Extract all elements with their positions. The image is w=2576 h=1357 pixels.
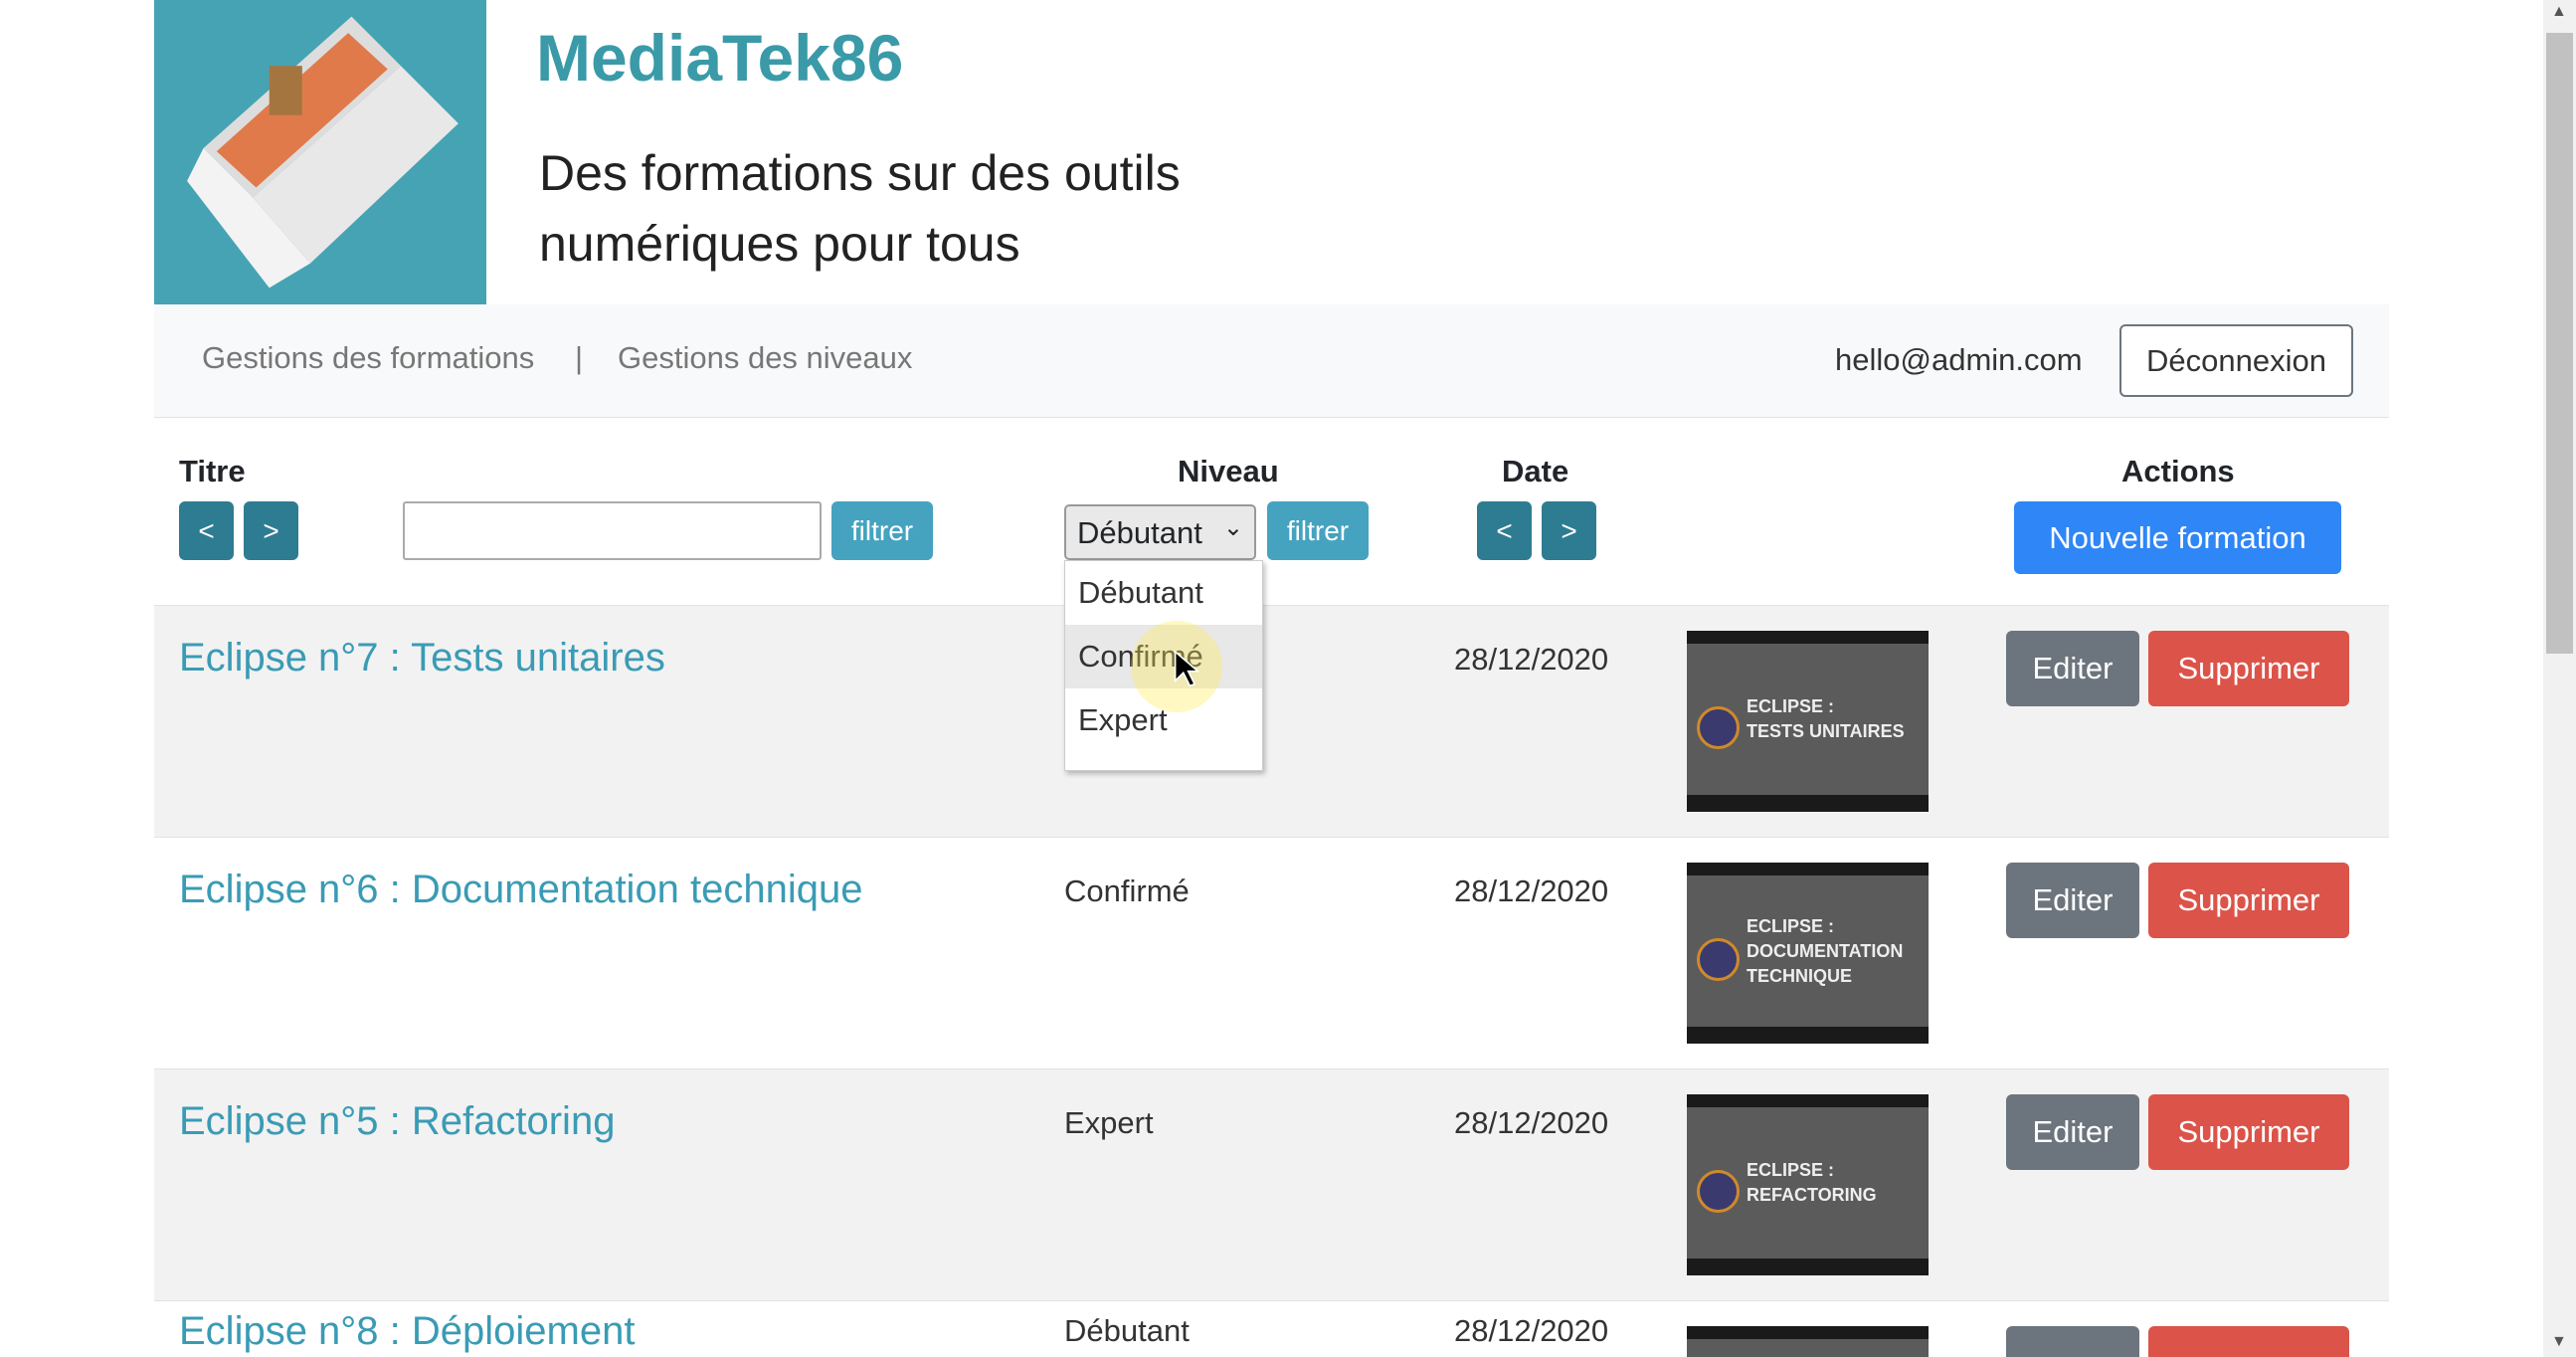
nav-link-niveaux[interactable]: Gestions des niveaux <box>618 340 912 376</box>
delete-button[interactable]: Supprimer <box>2148 1094 2349 1170</box>
formation-thumbnail[interactable]: ECLIPSE : DOCUMENTATION TECHNIQUE <box>1687 863 1929 1044</box>
formation-date: 28/12/2020 <box>1454 873 1609 908</box>
nav-separator: | <box>575 340 584 375</box>
niveau-select[interactable]: Débutant ⌄ <box>1064 504 1256 560</box>
formation-title-link[interactable]: Eclipse n°7 : Tests unitaires <box>179 636 665 680</box>
table-row: Eclipse n°5 : Refactoring Expert 28/12/2… <box>154 1068 2389 1300</box>
column-header-niveau: Niveau <box>1178 454 1279 488</box>
table-row: Eclipse n°7 : Tests unitaires 28/12/2020… <box>154 605 2389 837</box>
formation-date: 28/12/2020 <box>1454 1105 1609 1140</box>
delete-button[interactable] <box>2148 1326 2349 1357</box>
thumbnail-frame: ECLIPSE : DOCUMENTATION TECHNIQUE <box>1687 875 1929 1027</box>
scrollbar[interactable]: ▲ ▼ <box>2543 0 2576 1357</box>
formation-thumbnail[interactable] <box>1687 1326 1929 1357</box>
scroll-down-icon[interactable]: ▼ <box>2551 1333 2567 1351</box>
logout-button[interactable]: Déconnexion <box>2119 324 2353 397</box>
thumbnail-text: TESTS UNITAIRES <box>1747 721 1905 741</box>
formation-date: 28/12/2020 <box>1454 642 1609 677</box>
scrollbar-thumb[interactable] <box>2546 33 2573 654</box>
thumbnail-text: ECLIPSE : <box>1747 916 1835 936</box>
formation-title-link[interactable]: Eclipse n°8 : Déploiement <box>179 1309 635 1354</box>
column-header-actions: Actions <box>2121 454 2235 488</box>
thumbnail-text: DOCUMENTATION <box>1747 941 1904 961</box>
column-header-titre: Titre <box>179 454 246 488</box>
edit-button[interactable]: Editer <box>2006 863 2139 938</box>
user-email: hello@admin.com <box>1835 342 2083 377</box>
formation-niveau: Expert <box>1064 1105 1154 1140</box>
thumbnail-frame: ECLIPSE : TESTS UNITAIRES <box>1687 644 1929 795</box>
eclipse-logo-icon <box>1697 938 1740 981</box>
navbar: Gestions des formations | Gestions des n… <box>154 304 2389 418</box>
nav-link-formations[interactable]: Gestions des formations <box>202 340 534 376</box>
subtitle-line: Des formations sur des outils <box>539 145 1181 201</box>
column-header-date: Date <box>1502 454 1569 488</box>
formation-niveau: Confirmé <box>1064 873 1190 908</box>
thumbnail-frame: ECLIPSE : REFACTORING <box>1687 1107 1929 1259</box>
thumbnail-text: TECHNIQUE <box>1747 966 1853 986</box>
eclipse-logo-icon <box>1697 1170 1740 1213</box>
delete-button[interactable]: Supprimer <box>2148 863 2349 938</box>
formation-title-link[interactable]: Eclipse n°6 : Documentation technique <box>179 868 863 912</box>
dropdown-option-debutant[interactable]: Débutant <box>1065 561 1262 625</box>
eclipse-logo-icon <box>1697 706 1740 749</box>
formation-thumbnail[interactable]: ECLIPSE : TESTS UNITAIRES <box>1687 631 1929 812</box>
delete-button[interactable]: Supprimer <box>2148 631 2349 706</box>
sort-date-asc-button[interactable]: < <box>1477 501 1532 560</box>
subtitle-line: numériques pour tous <box>539 216 1020 272</box>
new-formation-button[interactable]: Nouvelle formation <box>2014 501 2341 574</box>
scroll-up-icon[interactable]: ▲ <box>2551 3 2567 21</box>
thumbnail-text: ECLIPSE : <box>1747 1160 1835 1180</box>
thumbnail-text: REFACTORING <box>1747 1185 1877 1205</box>
sort-title-asc-button[interactable]: < <box>179 501 234 560</box>
sort-date-desc-button[interactable]: > <box>1542 501 1596 560</box>
edit-button[interactable]: Editer <box>2006 1094 2139 1170</box>
title-filter-button[interactable]: filtrer <box>831 501 933 560</box>
sort-title-desc-button[interactable]: > <box>244 501 298 560</box>
table-row: Eclipse n°6 : Documentation technique Co… <box>154 837 2389 1068</box>
niveau-select-value: Débutant <box>1077 515 1202 550</box>
edit-button[interactable] <box>2006 1326 2139 1357</box>
formation-thumbnail[interactable]: ECLIPSE : REFACTORING <box>1687 1094 1929 1275</box>
table-row: Eclipse n°8 : Déploiement Débutant 28/12… <box>154 1300 2389 1357</box>
thumbnail-text: ECLIPSE : <box>1747 696 1835 716</box>
page: MediaTek86 Des formations sur des outils… <box>0 0 2576 1357</box>
thumbnail-frame <box>1687 1339 1929 1357</box>
formation-niveau: Débutant <box>1064 1313 1190 1348</box>
edit-button[interactable]: Editer <box>2006 631 2139 706</box>
mouse-cursor-icon <box>1174 650 1199 687</box>
site-subtitle: Des formations sur des outils numériques … <box>539 138 1181 280</box>
title-filter-input[interactable] <box>403 501 822 560</box>
niveau-filter-button[interactable]: filtrer <box>1267 501 1369 560</box>
formation-title-link[interactable]: Eclipse n°5 : Refactoring <box>179 1099 615 1144</box>
site-title: MediaTek86 <box>536 21 904 95</box>
formation-date: 28/12/2020 <box>1454 1313 1609 1348</box>
logo-laptop-illustration <box>154 0 486 304</box>
chevron-down-icon: ⌄ <box>1222 514 1243 541</box>
